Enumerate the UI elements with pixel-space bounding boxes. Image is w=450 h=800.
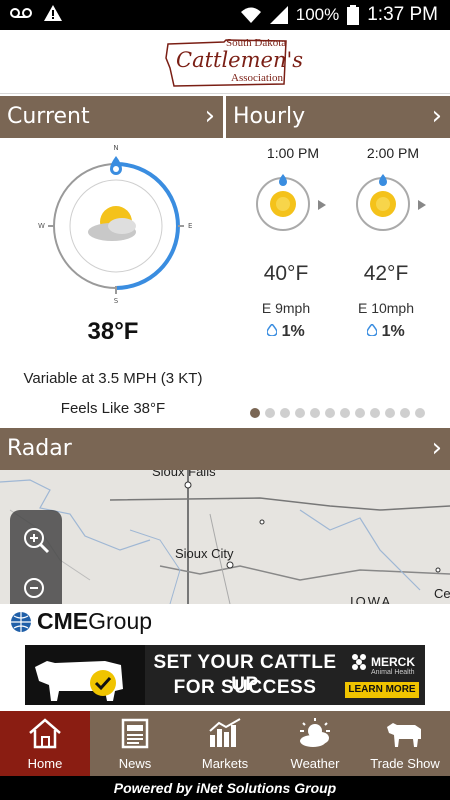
sun-icon xyxy=(356,174,410,231)
chevron-right-icon: › xyxy=(431,433,442,463)
footer-credit: Powered by iNet Solutions Group xyxy=(0,776,450,800)
map-zoom-controls xyxy=(10,510,62,604)
pager-dot[interactable] xyxy=(370,408,380,418)
sponsor-brand-rest: Group xyxy=(88,608,153,634)
pager-dot[interactable] xyxy=(385,408,395,418)
hourly-header-label: Hourly xyxy=(233,104,306,129)
compass-south: S xyxy=(114,297,119,305)
sponsor-brand-bold: CME xyxy=(37,608,89,634)
tab-label: Markets xyxy=(201,756,249,771)
hourly-pager[interactable] xyxy=(250,408,425,418)
hourly-precip-value: 1% xyxy=(381,323,405,340)
map-city-label: Sioux City xyxy=(175,546,234,561)
direction-arrow-icon xyxy=(418,200,426,210)
battery-icon xyxy=(347,5,360,25)
tab-label: Home xyxy=(27,756,63,771)
current-wind: Variable at 3.5 MPH (3 KT) xyxy=(23,370,203,387)
compass-east: E xyxy=(188,222,192,230)
hourly-header[interactable]: Hourly › xyxy=(226,96,450,138)
bottom-nav: Home News Markets Weather Trade Show xyxy=(0,711,450,776)
ad-subheadline: FOR SUCCESS xyxy=(173,677,317,698)
pager-dot[interactable] xyxy=(295,408,305,418)
ad-brand: MERCK xyxy=(371,655,415,669)
cow-icon xyxy=(387,723,421,747)
map-state-label: IOWA xyxy=(350,594,393,604)
direction-arrow-icon xyxy=(318,200,326,210)
radar-map[interactable]: Sioux Falls Sioux City IOWA Ce xyxy=(0,470,450,604)
radar-header[interactable]: Radar › xyxy=(0,428,450,470)
pager-dot[interactable] xyxy=(340,408,350,418)
pager-dot[interactable] xyxy=(265,408,275,418)
globe-icon xyxy=(11,611,31,632)
tab-markets[interactable]: Markets xyxy=(180,711,270,776)
logo-text-association: Association xyxy=(231,72,283,84)
merck-logo-icon xyxy=(352,654,366,670)
hourly-precip-value: 1% xyxy=(281,323,305,340)
map-roads xyxy=(0,470,450,604)
ad-brand-sub: Animal Health xyxy=(371,669,415,676)
app-header: South Dakota Cattlemen's Association xyxy=(0,30,450,94)
tab-label: News xyxy=(118,756,152,771)
pager-dot[interactable] xyxy=(400,408,410,418)
radar-header-label: Radar xyxy=(7,436,72,461)
sponsor-logo[interactable]: CMEGroup xyxy=(10,608,152,635)
hourly-time: 1:00 PM xyxy=(266,145,320,161)
tab-trade-show[interactable]: Trade Show xyxy=(360,711,450,776)
tab-news[interactable]: News xyxy=(90,711,180,776)
tab-home[interactable]: Home xyxy=(0,711,90,776)
chevron-right-icon: › xyxy=(431,101,442,131)
hourly-time: 2:00 PM xyxy=(366,145,420,161)
wifi-icon xyxy=(240,7,261,23)
sun-cloud-icon xyxy=(300,718,330,747)
learn-more-button[interactable]: LEARN MORE xyxy=(345,682,419,698)
hourly-wind: E 10mph xyxy=(357,300,415,316)
compass-north: N xyxy=(113,144,118,152)
sun-icon xyxy=(256,174,310,231)
pager-dot[interactable] xyxy=(280,408,290,418)
tab-weather[interactable]: Weather xyxy=(270,711,360,776)
hourly-precip: 1% xyxy=(338,322,434,341)
hourly-precip: 1% xyxy=(238,322,334,341)
battery-percent: 100% xyxy=(295,5,340,24)
hourly-item[interactable]: 2:00 PM 42°F E 10mph 1% xyxy=(338,140,448,340)
raindrop-icon xyxy=(266,322,278,337)
chevron-right-icon: › xyxy=(204,101,215,131)
compass-west: W xyxy=(38,222,45,230)
logo-text-name: Cattlemen's xyxy=(176,48,304,72)
voicemail-icon xyxy=(10,8,32,18)
pager-dot[interactable] xyxy=(355,408,365,418)
pager-dot[interactable] xyxy=(250,408,260,418)
feels-like: Feels Like 38°F xyxy=(60,400,166,417)
pager-dot[interactable] xyxy=(415,408,425,418)
tab-label: Trade Show xyxy=(370,756,440,771)
status-bar: 100% 1:37 PM xyxy=(0,0,450,30)
pager-dot[interactable] xyxy=(325,408,335,418)
wind-compass: N E S W xyxy=(38,144,192,305)
tab-label: Weather xyxy=(290,756,340,771)
map-city-label: Sioux Falls xyxy=(152,470,216,479)
cow-image xyxy=(25,645,145,705)
clock: 1:37 PM xyxy=(367,4,438,25)
zoom-in-icon[interactable] xyxy=(22,526,50,554)
current-temperature: 38°F xyxy=(87,318,139,345)
map-city-label: Ce xyxy=(434,586,450,601)
hourly-temperature: 42°F xyxy=(363,262,409,285)
current-header[interactable]: Current › xyxy=(0,96,223,138)
bar-chart-icon xyxy=(209,718,241,747)
raindrop-icon xyxy=(366,322,378,337)
hourly-item[interactable]: 1:00 PM 40°F E 9mph 1% xyxy=(238,140,348,340)
current-header-label: Current xyxy=(7,104,90,129)
warning-icon xyxy=(44,5,62,21)
home-icon xyxy=(29,718,61,749)
hourly-wind: E 9mph xyxy=(261,300,311,316)
newspaper-icon xyxy=(121,718,149,749)
zoom-out-icon[interactable] xyxy=(22,576,50,604)
ad-banner[interactable]: SET YOUR CATTLE UP FOR SUCCESS MERCK Ani… xyxy=(25,645,425,705)
signal-icon xyxy=(269,6,288,24)
pager-dot[interactable] xyxy=(310,408,320,418)
hourly-temperature: 40°F xyxy=(263,262,309,285)
